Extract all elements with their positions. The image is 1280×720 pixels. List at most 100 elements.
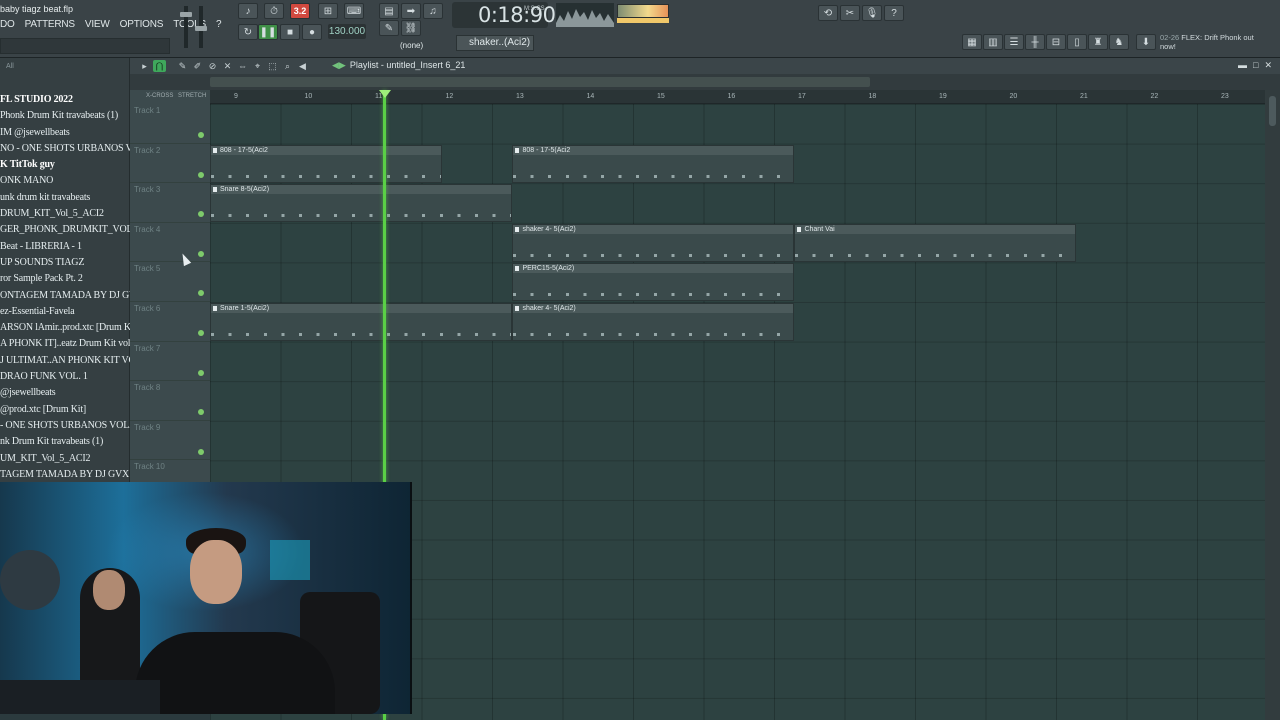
browser-item[interactable]: ARSON lAmir..prod.xtc [Drum Kit]: [0, 320, 130, 336]
pattern-clip[interactable]: Snare 1-5(Aci2): [210, 303, 513, 341]
browser-item[interactable]: DRUM_KIT_Vol_5_ACI2: [0, 206, 130, 222]
delete-tool-icon[interactable]: ⊘: [206, 60, 219, 72]
pattern-clip[interactable]: 808 - 17-5(Aci2: [210, 144, 442, 183]
playlist-vertical-scrollbar[interactable]: [1265, 90, 1280, 720]
browser-item[interactable]: nk Drum Kit travabeats (1): [0, 434, 130, 450]
browser-item[interactable]: K TitTok guy: [0, 157, 130, 173]
undo-icon[interactable]: ⟲: [818, 5, 838, 21]
track-header[interactable]: Track 6: [130, 302, 210, 342]
browser-item[interactable]: ONTAGEM TAMADA BY DJ GVX: [0, 288, 130, 304]
stop-icon[interactable]: ■: [280, 24, 300, 40]
x-cross-label[interactable]: X-CROSS: [146, 93, 173, 99]
menu-view[interactable]: VIEW: [85, 19, 110, 33]
browser-item[interactable]: @jsewellbeats: [0, 385, 130, 401]
track-header[interactable]: Track 1: [130, 104, 210, 144]
browser-item[interactable]: ONK MANO: [0, 173, 130, 189]
download-icon[interactable]: ⬇: [1136, 34, 1156, 50]
cpu-icon[interactable]: ♜: [1088, 34, 1108, 50]
help-icon[interactable]: ?: [884, 5, 904, 21]
tools-icon[interactable]: ♞: [1109, 34, 1129, 50]
browser-item[interactable]: Beat - LIBRERIA - 1: [0, 239, 130, 255]
channel-rack-icon[interactable]: ☰: [1004, 34, 1024, 50]
browser-item[interactable]: @prod.xtc [Drum Kit]: [0, 402, 130, 418]
zoom-tool-icon[interactable]: ⌕: [281, 60, 294, 72]
playhead-marker[interactable]: [379, 90, 391, 98]
brush-tool-icon[interactable]: ✐: [191, 60, 204, 72]
menu-file[interactable]: DO: [0, 19, 15, 33]
master-pitch-slider[interactable]: [195, 6, 207, 48]
next-icon[interactable]: ➡: [401, 3, 421, 19]
browser-item[interactable]: ez-Essential-Favela: [0, 304, 130, 320]
menu-help[interactable]: ?: [216, 19, 222, 33]
track-header[interactable]: Track 7: [130, 342, 210, 382]
arrow-icon[interactable]: ▸: [138, 60, 151, 72]
track-mute-led[interactable]: [198, 330, 204, 336]
mic-icon[interactable]: 🎙: [862, 5, 882, 21]
close-icon[interactable]: ✕: [1264, 60, 1272, 71]
track-mute-led[interactable]: [198, 369, 204, 376]
browser-filter-all[interactable]: All: [6, 63, 14, 70]
maximize-icon[interactable]: □: [1253, 60, 1258, 71]
metronome-icon[interactable]: ⏱: [264, 3, 284, 19]
pause-icon[interactable]: ❚❚: [258, 24, 278, 40]
pattern-clip[interactable]: 808 - 17-5(Aci2: [512, 144, 795, 183]
track-mute-led[interactable]: [198, 171, 204, 178]
track-header[interactable]: Track 5: [130, 262, 210, 302]
waveform-icon[interactable]: ♪: [238, 3, 258, 19]
pattern-number[interactable]: 3.2: [290, 3, 310, 19]
tempo-display[interactable]: 130.000: [328, 24, 366, 39]
typing-keyboard-icon[interactable]: ⌨: [344, 3, 364, 19]
track-mute-led[interactable]: [198, 409, 204, 416]
browser-item[interactable]: IM @jsewellbeats: [0, 125, 130, 141]
browser-item[interactable]: GER_PHONK_DRUMKIT_VOL_3: [0, 222, 130, 238]
track-header[interactable]: Track 9: [130, 421, 210, 461]
menu-options[interactable]: OPTIONS: [120, 19, 164, 33]
timeline-ruler[interactable]: 9 10 11 12 13 14 15 16 17 18 19 20 21 22 23: [210, 90, 1265, 104]
browser-item[interactable]: TAGEM TAMADA BY DJ GVX: [0, 467, 130, 483]
track-mute-led[interactable]: [198, 290, 204, 297]
pencil-tool-icon[interactable]: ✎: [176, 60, 189, 72]
minimize-icon[interactable]: ▬: [1238, 60, 1247, 71]
track-mute-led[interactable]: [198, 132, 204, 138]
browser-icon[interactable]: ▯: [1067, 34, 1087, 50]
cut-icon[interactable]: ✂: [840, 5, 860, 21]
step-edit-icon[interactable]: ⊞: [318, 3, 338, 19]
pattern-clip[interactable]: shaker 4- 5(Aci2): [512, 303, 795, 341]
pencil-icon[interactable]: ✎: [379, 20, 399, 36]
master-volume-slider[interactable]: [180, 6, 192, 48]
pattern-clip[interactable]: shaker 4- 5(Aci2): [512, 223, 795, 262]
stretch-label[interactable]: STRETCH: [178, 93, 206, 99]
slice-tool-icon[interactable]: ⌖: [251, 60, 264, 72]
playlist-scroll-thumb[interactable]: [210, 77, 870, 87]
playlist-nav-icon[interactable]: ◀▶: [332, 60, 346, 70]
record-icon[interactable]: ●: [302, 24, 322, 40]
menu-patterns[interactable]: PATTERNS: [25, 19, 75, 33]
scroll-thumb[interactable]: [1269, 96, 1276, 126]
pattern-selector[interactable]: shaker..(Aci2): [456, 35, 534, 51]
loop-icon[interactable]: ↻: [238, 24, 258, 40]
track-header[interactable]: Track 4: [130, 223, 210, 263]
slip-tool-icon[interactable]: ⇔: [236, 60, 249, 72]
select-tool-icon[interactable]: ⬚: [266, 60, 279, 72]
playback-tool-icon[interactable]: ◀: [296, 60, 309, 72]
link-icon[interactable]: ⛓: [401, 20, 421, 36]
news-panel[interactable]: 02-26 FLEX: Drift Phonk out now!: [1160, 33, 1265, 51]
plugin-icon[interactable]: ⊟: [1046, 34, 1066, 50]
browser-item[interactable]: A PHONK IT]..eatz Drum Kit vol 1: [0, 336, 130, 352]
pattern-clip[interactable]: PERC15-5(Aci2): [512, 263, 795, 302]
browser-item[interactable]: UP SOUNDS TIAGZ: [0, 255, 130, 271]
browser-item[interactable]: - ONE SHOTS URBANOS VOL. 2: [0, 418, 130, 434]
browser-item[interactable]: ror Sample Pack Pt. 2: [0, 271, 130, 287]
browser-item[interactable]: NO - ONE SHOTS URBANOS VOL. 2: [0, 141, 130, 157]
mixer-icon[interactable]: ╫: [1025, 34, 1045, 50]
track-header[interactable]: Track 2: [130, 144, 210, 184]
browser-item[interactable]: FL STUDIO 2022: [0, 92, 130, 108]
track-mute-led[interactable]: [198, 211, 204, 218]
metronome-2-icon[interactable]: ♫: [423, 3, 443, 19]
magnet-snap-icon[interactable]: ⋂: [153, 60, 166, 72]
snap-selector[interactable]: (none): [400, 41, 423, 50]
track-header[interactable]: Track 3: [130, 183, 210, 223]
mute-tool-icon[interactable]: ✕: [221, 60, 234, 72]
browser-item[interactable]: Phonk Drum Kit travabeats (1): [0, 108, 130, 124]
browser-item[interactable]: UM_KIT_Vol_5_ACI2: [0, 451, 130, 467]
